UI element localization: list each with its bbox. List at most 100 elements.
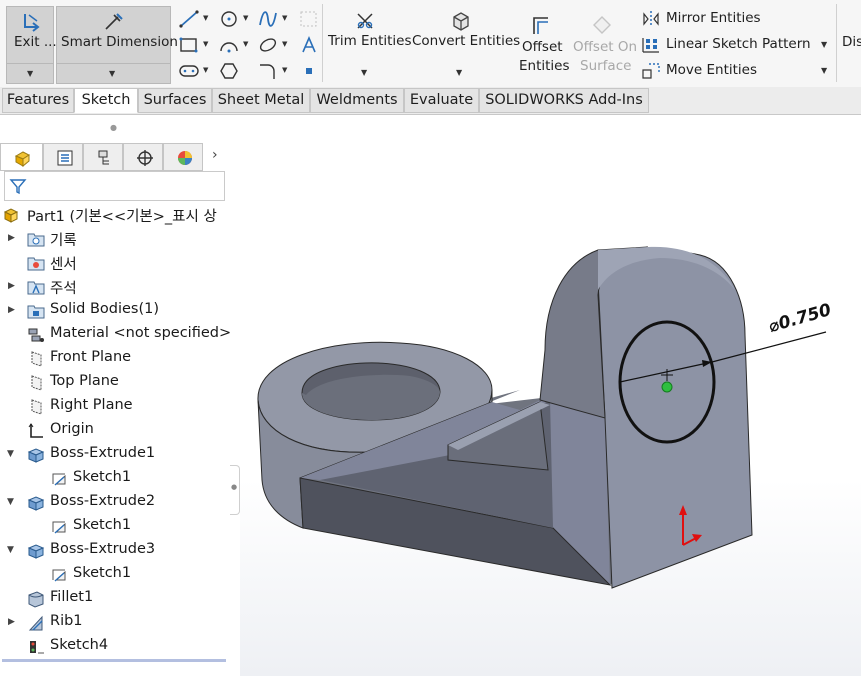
polygon-icon[interactable] — [218, 61, 240, 81]
point-icon[interactable] — [298, 61, 320, 81]
tab-features[interactable]: Features — [2, 88, 74, 113]
tree-item-boss-extrude1[interactable]: ▼ Boss-Extrude1 — [0, 443, 230, 467]
move-entities-label: Move Entities — [666, 62, 758, 78]
tree-item-sketch1[interactable]: Sketch1 — [0, 515, 230, 539]
linear-sketch-pattern-button[interactable]: Linear Sketch Pattern ▼ — [639, 35, 835, 55]
tree-filter[interactable] — [4, 171, 225, 201]
chevron-down-icon[interactable]: ▼ — [821, 40, 827, 49]
boss-extrude-icon — [27, 446, 45, 464]
tree-root-part[interactable]: Part1 (기본<<기본>_표시 상 — [0, 203, 230, 227]
tree-item-annotations[interactable]: ▶ 주석 — [0, 275, 230, 299]
offset-on-surface-button[interactable]: Offset On Surface — [571, 6, 637, 84]
tree-item-front-plane[interactable]: Front Plane — [0, 347, 230, 371]
circle-icon[interactable] — [218, 9, 240, 29]
chevron-down-icon[interactable]: ▼ — [243, 14, 248, 22]
property-manager-tab[interactable] — [43, 143, 83, 171]
collapse-arrow-icon[interactable]: ▼ — [7, 497, 14, 507]
offset-surface-icon — [591, 14, 613, 40]
dimxpert-manager-tab[interactable] — [123, 143, 163, 171]
smart-dimension-button[interactable]: Smart Dimension ▼ — [56, 6, 178, 84]
chevron-down-icon[interactable]: ▼ — [203, 40, 208, 48]
ribbon-separator — [322, 4, 323, 82]
mirror-entities-button[interactable]: Mirror Entities — [639, 9, 835, 29]
chevron-down-icon[interactable]: ▼ — [243, 40, 248, 48]
chevron-down-icon[interactable]: ▼ — [203, 66, 208, 74]
display-manager-tab[interactable] — [163, 143, 203, 171]
line-icon[interactable] — [178, 9, 200, 29]
tab-solidworks-add-ins[interactable]: SOLIDWORKS Add-Ins — [479, 88, 649, 113]
expand-arrow-icon[interactable]: ▶ — [8, 281, 15, 291]
tree-item-origin[interactable]: Origin — [0, 419, 230, 443]
chevron-down-icon[interactable]: ▼ — [282, 66, 287, 74]
tree-item-label: Material <not specified> — [50, 325, 232, 341]
offset-entities-button[interactable]: Offset Entities — [515, 6, 570, 84]
tree-item-solid-bodies[interactable]: ▶ Solid Bodies(1) — [0, 299, 230, 323]
feature-manager-tab[interactable] — [0, 143, 43, 171]
offset-surface-label-2: Surface — [580, 58, 632, 74]
chevron-down-icon[interactable]: ▼ — [456, 68, 462, 77]
chevron-down-icon[interactable]: ▼ — [821, 66, 827, 75]
tab-weldments[interactable]: Weldments — [310, 88, 404, 113]
tree-item-top-plane[interactable]: Top Plane — [0, 371, 230, 395]
expand-arrow-icon[interactable]: ▶ — [8, 305, 15, 315]
solid-bodies-folder-icon — [27, 302, 45, 320]
display-relations-button[interactable]: Dis — [842, 34, 861, 50]
fillet-sketch-icon[interactable] — [257, 61, 279, 81]
tree-item-label: Sketch1 — [73, 565, 132, 581]
collapse-arrow-icon[interactable]: ▼ — [7, 545, 14, 555]
expand-arrow-icon[interactable]: ▶ — [8, 617, 15, 627]
arc-icon[interactable] — [218, 35, 240, 55]
chevron-down-icon[interactable]: ▼ — [282, 14, 287, 22]
expand-arrow-icon[interactable]: ▶ — [8, 233, 15, 243]
appearance-icon — [178, 151, 192, 165]
trim-entities-button[interactable]: Trim Entities ▼ — [326, 6, 412, 84]
panel-grip[interactable]: ● — [110, 123, 117, 132]
graphics-area[interactable]: ⌀0.750 — [240, 115, 861, 676]
tree-item-sensors[interactable]: 센서 — [0, 251, 230, 275]
ellipse-icon[interactable] — [257, 35, 279, 55]
chevron-down-icon[interactable]: ▼ — [203, 14, 208, 22]
tree-item-material[interactable]: Material <not specified> — [0, 323, 232, 347]
splitter-handle[interactable]: ● — [230, 465, 240, 515]
tree-item-boss-extrude2[interactable]: ▼ Boss-Extrude2 — [0, 491, 230, 515]
tree-item-fillet1[interactable]: Fillet1 — [0, 587, 230, 611]
tree-item-history[interactable]: ▶ 기록 — [0, 227, 230, 251]
spline-icon[interactable] — [257, 9, 279, 29]
sensor-folder-icon — [27, 254, 45, 272]
rectangle-icon[interactable] — [178, 35, 200, 55]
chevron-down-icon[interactable]: ▼ — [282, 40, 287, 48]
tree-item-boss-extrude3[interactable]: ▼ Boss-Extrude3 — [0, 539, 230, 563]
3d-model[interactable] — [240, 115, 861, 676]
tab-evaluate[interactable]: Evaluate — [404, 88, 479, 113]
tree-item-right-plane[interactable]: Right Plane — [0, 395, 230, 419]
panel-tabs-scroll-button[interactable]: › — [203, 143, 230, 171]
chevron-right-icon: › — [212, 147, 218, 163]
slot-icon[interactable] — [178, 61, 200, 81]
filter-icon — [9, 179, 27, 195]
chevron-down-icon[interactable]: ▼ — [27, 69, 33, 78]
configuration-manager-tab[interactable] — [83, 143, 123, 171]
convert-entities-button[interactable]: Convert Entities ▼ — [410, 6, 520, 84]
tree-item-label: 기록 — [50, 233, 77, 249]
text-icon[interactable] — [298, 35, 320, 55]
crosshair-icon — [137, 150, 153, 166]
ribbon-separator — [836, 4, 837, 82]
tab-surfaces[interactable]: Surfaces — [138, 88, 212, 113]
tree-item-sketch1[interactable]: Sketch1 — [0, 563, 230, 587]
chevron-down-icon[interactable]: ▼ — [109, 69, 115, 78]
tree-item-label: Sketch1 — [73, 469, 132, 485]
tree-item-sketch4[interactable]: Sketch4 — [0, 635, 230, 659]
tree-item-label: Origin — [50, 421, 94, 437]
exit-sketch-button[interactable]: Exit ... ▼ — [6, 6, 57, 84]
collapse-arrow-icon[interactable]: ▼ — [7, 449, 14, 459]
tab-sheet-metal[interactable]: Sheet Metal — [212, 88, 310, 113]
tab-sketch[interactable]: Sketch — [74, 88, 138, 113]
move-entities-button[interactable]: Move Entities ▼ — [639, 61, 835, 81]
command-manager-ribbon: Exit ... ▼ Smart Dimension ▼ ▼ ▼ ▼ ▼ ▼ ▼… — [0, 0, 861, 88]
tree-item-sketch1[interactable]: Sketch1 — [0, 467, 230, 491]
chevron-down-icon[interactable]: ▼ — [361, 68, 367, 77]
panel-splitter[interactable]: ● — [230, 115, 240, 676]
mirror-icon — [641, 10, 661, 32]
tree-item-rib1[interactable]: ▶ Rib1 — [0, 611, 230, 635]
rollback-bar[interactable] — [2, 659, 226, 662]
